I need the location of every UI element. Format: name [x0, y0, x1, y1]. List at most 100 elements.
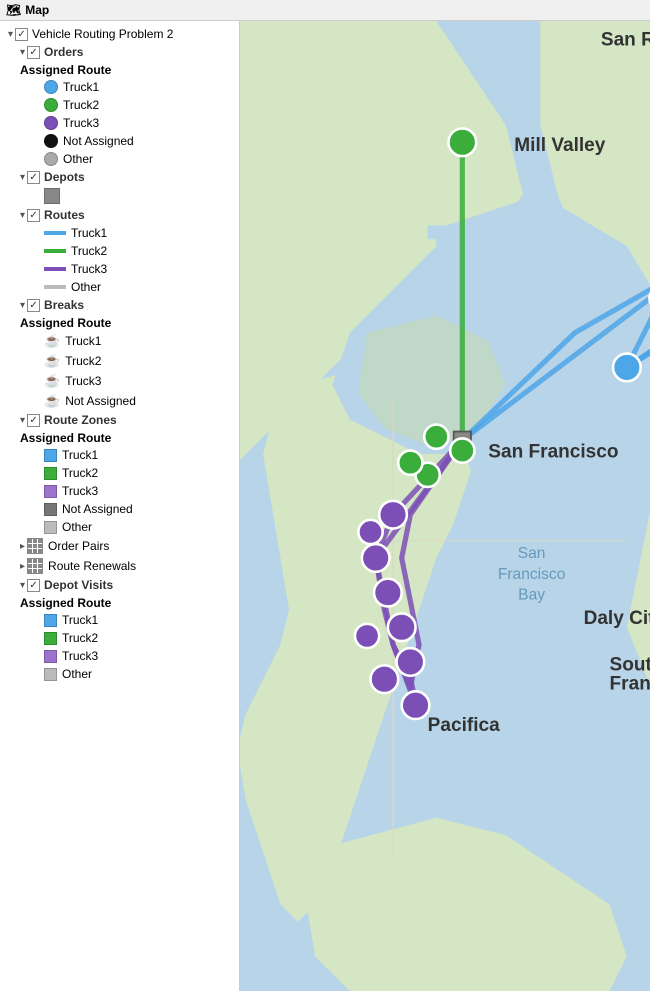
routes-truck1-color [44, 231, 66, 235]
vrp-toggle[interactable]: ▾ [8, 29, 13, 40]
order-truck1-1[interactable] [613, 354, 641, 382]
routes-toggle[interactable]: ▾ [20, 210, 25, 221]
orders-truck1: Truck1 [0, 78, 239, 96]
routes-label: Routes [44, 208, 85, 222]
order-truck3-8[interactable] [355, 624, 379, 648]
order-truck3-5[interactable] [397, 648, 425, 676]
bay-label2: Francisco [498, 566, 566, 583]
depot-visits-checkbox[interactable] [27, 579, 40, 592]
order-truck3-1[interactable] [379, 501, 407, 529]
order-truck2-1[interactable] [448, 128, 476, 156]
route-zones-other-color [44, 521, 57, 534]
vrp-root[interactable]: ▾ Vehicle Routing Problem 2 [0, 25, 239, 43]
route-zones-not-assigned-color [44, 503, 57, 516]
legend-panel: ▾ Vehicle Routing Problem 2 ▾ Orders Ass… [0, 21, 240, 991]
breaks-truck3-icon: ☕ [44, 373, 60, 389]
map-title: Map [25, 3, 49, 17]
depot-visits-other: Other [0, 665, 239, 683]
label-mill-valley: Mill Valley [514, 135, 605, 156]
order-truck3-4[interactable] [388, 613, 416, 641]
breaks-truck1-icon: ☕ [44, 333, 60, 349]
route-zones-node[interactable]: ▾ Route Zones [0, 411, 239, 429]
breaks-truck1-label: Truck1 [65, 334, 101, 348]
routes-truck2-color [44, 249, 66, 253]
route-zones-truck3: Truck3 [0, 482, 239, 500]
depots-node[interactable]: ▾ Depots [0, 168, 239, 186]
order-truck3-2[interactable] [362, 544, 390, 572]
breaks-truck3: ☕ Truck3 [0, 371, 239, 391]
routes-truck1-label: Truck1 [71, 226, 107, 240]
label-sf: San Francisco [488, 442, 618, 463]
routes-truck3-color [44, 267, 66, 271]
routes-other: Other [0, 278, 239, 296]
order-truck3-3[interactable] [374, 579, 402, 607]
order-truck2-3[interactable] [450, 438, 474, 462]
orders-not-assigned-label: Not Assigned [63, 134, 134, 148]
orders-node[interactable]: ▾ Orders [0, 43, 239, 61]
depots-checkbox[interactable] [27, 171, 40, 184]
label-san-rafael: San Rafael [601, 29, 650, 50]
orders-assigned-header: Assigned Route [0, 61, 239, 78]
route-zones-truck1-label: Truck1 [62, 448, 98, 462]
depots-toggle[interactable]: ▾ [20, 172, 25, 183]
routes-truck2-label: Truck2 [71, 244, 107, 258]
orders-truck2: Truck2 [0, 96, 239, 114]
order-truck3-6[interactable] [402, 691, 430, 719]
routes-other-color [44, 285, 66, 289]
breaks-node[interactable]: ▾ Breaks [0, 296, 239, 314]
depot-visits-truck1: Truck1 [0, 611, 239, 629]
depot-visits-truck3-label: Truck3 [62, 649, 98, 663]
bay-label3: Bay [518, 587, 545, 604]
order-truck3-7[interactable] [371, 665, 399, 693]
depot-visits-node[interactable]: ▾ Depot Visits [0, 576, 239, 594]
route-zones-other-label: Other [62, 520, 92, 534]
depot-visits-truck2-color [44, 632, 57, 645]
routes-checkbox[interactable] [27, 209, 40, 222]
breaks-not-assigned-label: Not Assigned [65, 394, 136, 408]
orders-checkbox[interactable] [27, 46, 40, 59]
route-zones-truck3-label: Truck3 [62, 484, 98, 498]
order-truck2-5[interactable] [398, 451, 422, 475]
map-panel[interactable]: San Rafael Richmond Mill Valley Berkeley… [240, 21, 650, 991]
orders-not-assigned: Not Assigned [0, 132, 239, 150]
routes-node[interactable]: ▾ Routes [0, 206, 239, 224]
orders-other-color [44, 152, 58, 166]
depots-color [44, 188, 60, 204]
route-zones-truck3-color [44, 485, 57, 498]
order-pairs-toggle[interactable]: ▸ [20, 541, 25, 552]
depot-visits-truck3: Truck3 [0, 647, 239, 665]
route-zones-truck1-color [44, 449, 57, 462]
order-pairs-grid-icon [27, 538, 43, 554]
order-truck3-9[interactable] [358, 520, 382, 544]
breaks-truck3-label: Truck3 [65, 374, 101, 388]
breaks-truck2-icon: ☕ [44, 353, 60, 369]
depot-visits-assigned-header: Assigned Route [0, 594, 239, 611]
order-pairs-node[interactable]: ▸ Order Pairs [0, 536, 239, 556]
route-zones-not-assigned: Not Assigned [0, 500, 239, 518]
breaks-truck2-label: Truck2 [65, 354, 101, 368]
orders-truck3-color [44, 116, 58, 130]
route-renewals-toggle[interactable]: ▸ [20, 561, 25, 572]
route-zones-checkbox[interactable] [27, 414, 40, 427]
map-icon: 🗺 [6, 3, 21, 17]
depots-square [0, 186, 239, 206]
route-zones-truck1: Truck1 [0, 446, 239, 464]
route-renewals-node[interactable]: ▸ Route Renewals [0, 556, 239, 576]
depot-visits-truck2-label: Truck2 [62, 631, 98, 645]
depot-visits-toggle[interactable]: ▾ [20, 580, 25, 591]
depots-label: Depots [44, 170, 85, 184]
breaks-checkbox[interactable] [27, 299, 40, 312]
orders-toggle[interactable]: ▾ [20, 47, 25, 58]
bay-label: San [518, 545, 546, 562]
orders-truck1-color [44, 80, 58, 94]
depot-visits-truck1-label: Truck1 [62, 613, 98, 627]
vrp-checkbox[interactable] [15, 28, 28, 41]
order-truck2-2[interactable] [424, 425, 448, 449]
breaks-toggle[interactable]: ▾ [20, 300, 25, 311]
depot-visits-truck1-color [44, 614, 57, 627]
route-zones-toggle[interactable]: ▾ [20, 415, 25, 426]
orders-other: Other [0, 150, 239, 168]
orders-truck2-color [44, 98, 58, 112]
orders-truck3: Truck3 [0, 114, 239, 132]
main-area: ▾ Vehicle Routing Problem 2 ▾ Orders Ass… [0, 21, 650, 991]
